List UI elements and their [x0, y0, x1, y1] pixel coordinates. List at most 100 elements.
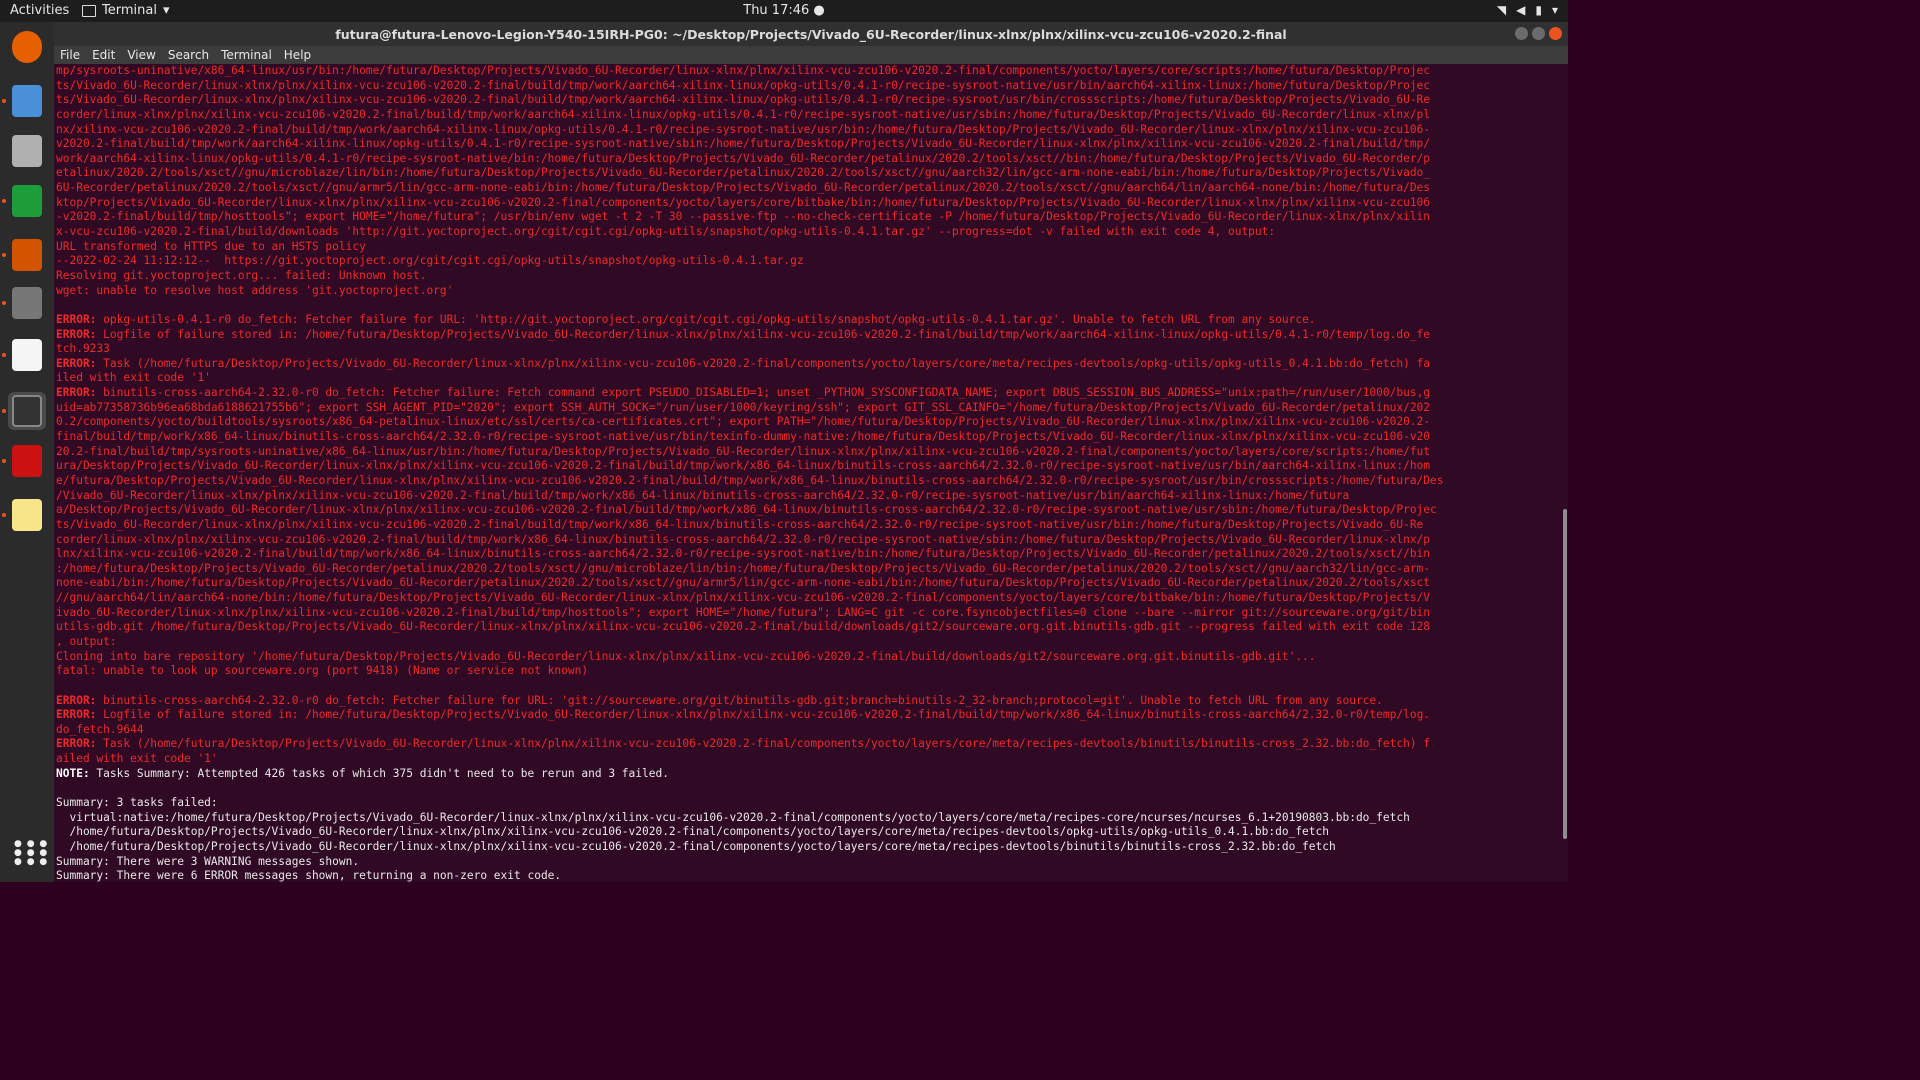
terminal-output[interactable]: mp/sysroots-uninative/x86_64-linux/usr/b… [54, 64, 1564, 882]
presentation-icon[interactable] [8, 236, 46, 274]
evince-icon-glyph [12, 445, 42, 477]
files-icon[interactable] [8, 132, 46, 170]
minimize-button[interactable] [1515, 27, 1528, 40]
terminal-line-text: nx/xilinx-vcu-zcu106-v2020.2-final/build… [56, 122, 1431, 136]
terminal-line-text: etalinux/2020.2/tools/xsct//gnu/microbla… [56, 166, 1431, 180]
terminal-line: lnx/xilinx-vcu-zcu106-v2020.2-final/buil… [56, 547, 1564, 562]
app-menu[interactable]: Terminal ▾ [82, 3, 169, 18]
terminal-line: /Vivado_6U-Recorder/linux-xlnx/plnx/xili… [56, 489, 1564, 504]
terminal-line: work/aarch64-xilinx-linux/opkg-utils/0.4… [56, 152, 1564, 167]
maximize-button[interactable] [1532, 27, 1545, 40]
text-editor-icon[interactable] [8, 82, 46, 120]
menu-help[interactable]: Help [278, 46, 317, 64]
terminal-line-text: final/build/tmp/work/x86_64-linux/binuti… [56, 430, 1431, 444]
error-label: ERROR: [56, 693, 97, 707]
menu-file[interactable]: File [54, 46, 86, 64]
text-editor-icon-glyph [12, 85, 42, 117]
volume-icon: ◀ [1516, 3, 1526, 17]
terminal-line: do_fetch.9644 [56, 723, 1564, 738]
terminal-line: ts/Vivado_6U-Recorder/linux-xlnx/plnx/xi… [56, 79, 1564, 94]
terminal-line-text: Logfile of failure stored in: /home/futu… [96, 708, 1431, 722]
terminal-icon[interactable] [8, 392, 46, 430]
terminal-line-text: ivado_6U-Recorder/linux-xlnx/plnx/xilinx… [56, 605, 1431, 619]
error-label: ERROR: [56, 356, 97, 370]
terminal-line-text: URL transformed to HTTPS due to an HSTS … [56, 239, 366, 253]
terminal-line-text: wget: unable to resolve host address 'gi… [56, 283, 454, 297]
terminal-line: /home/futura/Desktop/Projects/Vivado_6U-… [56, 840, 1564, 855]
terminal-line-text: 6U-Recorder/petalinux/2020.2/tools/xsct/… [56, 181, 1431, 195]
error-label: ERROR: [56, 708, 97, 722]
terminal-line-text: /Vivado_6U-Recorder/linux-xlnx/plnx/xili… [56, 488, 1350, 502]
terminal-line: none-eabi/bin:/home/futura/Desktop/Proje… [56, 576, 1564, 591]
terminal-line-text: work/aarch64-xilinx-linux/opkg-utils/0.4… [56, 151, 1431, 165]
notes-icon-glyph [12, 339, 42, 371]
top-bar: Activities Terminal ▾ Thu 17:46 ● ◥ ◀ ▮ … [0, 0, 1568, 22]
terminal-line-text: fatal: unable to look up sourceware.org … [56, 664, 589, 678]
terminal-line: ERROR: binutils-cross-aarch64-2.32.0-r0 … [56, 694, 1564, 709]
menu-search[interactable]: Search [162, 46, 215, 64]
terminal-line: ERROR: Logfile of failure stored in: /ho… [56, 708, 1564, 723]
running-indicator [2, 353, 6, 357]
files-icon-glyph [12, 135, 42, 167]
terminal-line-text: binutils-cross-aarch64-2.32.0-r0 do_fetc… [96, 693, 1383, 707]
terminal-line-text: 0.2/components/yocto/buildtools/sysroots… [56, 415, 1431, 429]
terminal-line-text: e/futura/Desktop/Projects/Vivado_6U-Reco… [56, 473, 1444, 487]
terminal-line-text: /home/futura/Desktop/Projects/Vivado_6U-… [56, 825, 1329, 839]
terminal-line-text: virtual:native:/home/futura/Desktop/Proj… [56, 810, 1410, 824]
terminal-line: -v2020.2-final/build/tmp/hosttools"; exp… [56, 210, 1564, 225]
running-indicator [2, 409, 6, 413]
scrollbar[interactable] [1562, 64, 1568, 882]
terminal-line: mp/sysroots-uninative/x86_64-linux/usr/b… [56, 64, 1564, 79]
window-titlebar[interactable]: futura@futura-Lenovo-Legion-Y540-15IRH-P… [54, 22, 1568, 46]
terminal-line: ts/Vivado_6U-Recorder/linux-xlnx/plnx/xi… [56, 518, 1564, 533]
terminal-line-text: -v2020.2-final/build/tmp/hosttools"; exp… [56, 210, 1431, 224]
terminal-line: ERROR: Task (/home/futura/Desktop/Projec… [56, 357, 1564, 372]
terminal-line: Cloning into bare repository '/home/futu… [56, 650, 1564, 665]
terminal-line: v2020.2-final/build/tmp/work/aarch64-xil… [56, 137, 1564, 152]
menu-terminal[interactable]: Terminal [215, 46, 278, 64]
system-tray[interactable]: ◥ ◀ ▮ ▾ [1497, 3, 1558, 17]
terminal-line: a/Desktop/Projects/Vivado_6U-Recorder/li… [56, 503, 1564, 518]
terminal-line-text: Task (/home/futura/Desktop/Projects/Viva… [96, 356, 1431, 370]
clock[interactable]: Thu 17:46 [743, 3, 809, 18]
error-label: ERROR: [56, 386, 97, 400]
terminal-line: fatal: unable to look up sourceware.org … [56, 664, 1564, 679]
sticky-notes-icon[interactable] [8, 496, 46, 534]
scrollbar-thumb[interactable] [1563, 509, 1567, 839]
terminal-line-text: --2022-02-24 11:12:12-- https://git.yoct… [56, 254, 804, 268]
close-button[interactable] [1549, 27, 1562, 40]
terminal-line-text: ts/Vivado_6U-Recorder/linux-xlnx/plnx/xi… [56, 517, 1424, 531]
show-applications-icon[interactable]: ● ● ● ● ● ● ● ● ● [14, 840, 47, 867]
running-indicator [2, 253, 6, 257]
activities-button[interactable]: Activities [10, 3, 69, 18]
terminal-line-text: binutils-cross-aarch64-2.32.0-r0 do_fetc… [96, 386, 1431, 400]
terminal-line-text: corder/linux-xlnx/plnx/xilinx-vcu-zcu106… [56, 532, 1431, 546]
note-label: NOTE: [56, 766, 90, 780]
terminal-line-text: x-vcu-zcu106-v2020.2-final/build/downloa… [56, 225, 1276, 239]
terminal-line: ura/Desktop/Projects/Vivado_6U-Recorder/… [56, 459, 1564, 474]
terminal-line: ailed with exit code '1' [56, 752, 1564, 767]
settings-icon[interactable] [8, 284, 46, 322]
terminal-line: /home/futura/Desktop/Projects/Vivado_6U-… [56, 825, 1564, 840]
menu-edit[interactable]: Edit [86, 46, 121, 64]
terminal-line-text: Summary: There were 3 WARNING messages s… [56, 854, 360, 868]
spreadsheet-icon[interactable] [8, 182, 46, 220]
evince-icon[interactable] [8, 442, 46, 480]
terminal-line: --2022-02-24 11:12:12-- https://git.yoct… [56, 254, 1564, 269]
terminal-line: corder/linux-xlnx/plnx/xilinx-vcu-zcu106… [56, 108, 1564, 123]
terminal-line-text: uid=ab77358736b96ea68bda6188621755b6"; e… [56, 400, 1431, 414]
firefox-icon[interactable] [8, 28, 46, 66]
terminal-line: etalinux/2020.2/tools/xsct//gnu/microbla… [56, 166, 1564, 181]
presentation-icon-glyph [12, 239, 42, 271]
terminal-line-text: 20.2-final/build/tmp/sysroots-uninative/… [56, 444, 1431, 458]
terminal-line-text: Logfile of failure stored in: /home/futu… [96, 327, 1431, 341]
notification-dot-icon: ● [813, 3, 825, 18]
menu-view[interactable]: View [121, 46, 161, 64]
error-label: ERROR: [56, 737, 97, 751]
terminal-line-text: opkg-utils-0.4.1-r0 do_fetch: Fetcher fa… [96, 312, 1316, 326]
notes-icon[interactable] [8, 336, 46, 374]
terminal-line: :/home/futura/Desktop/Projects/Vivado_6U… [56, 562, 1564, 577]
terminal-line: ERROR: opkg-utils-0.4.1-r0 do_fetch: Fet… [56, 313, 1564, 328]
